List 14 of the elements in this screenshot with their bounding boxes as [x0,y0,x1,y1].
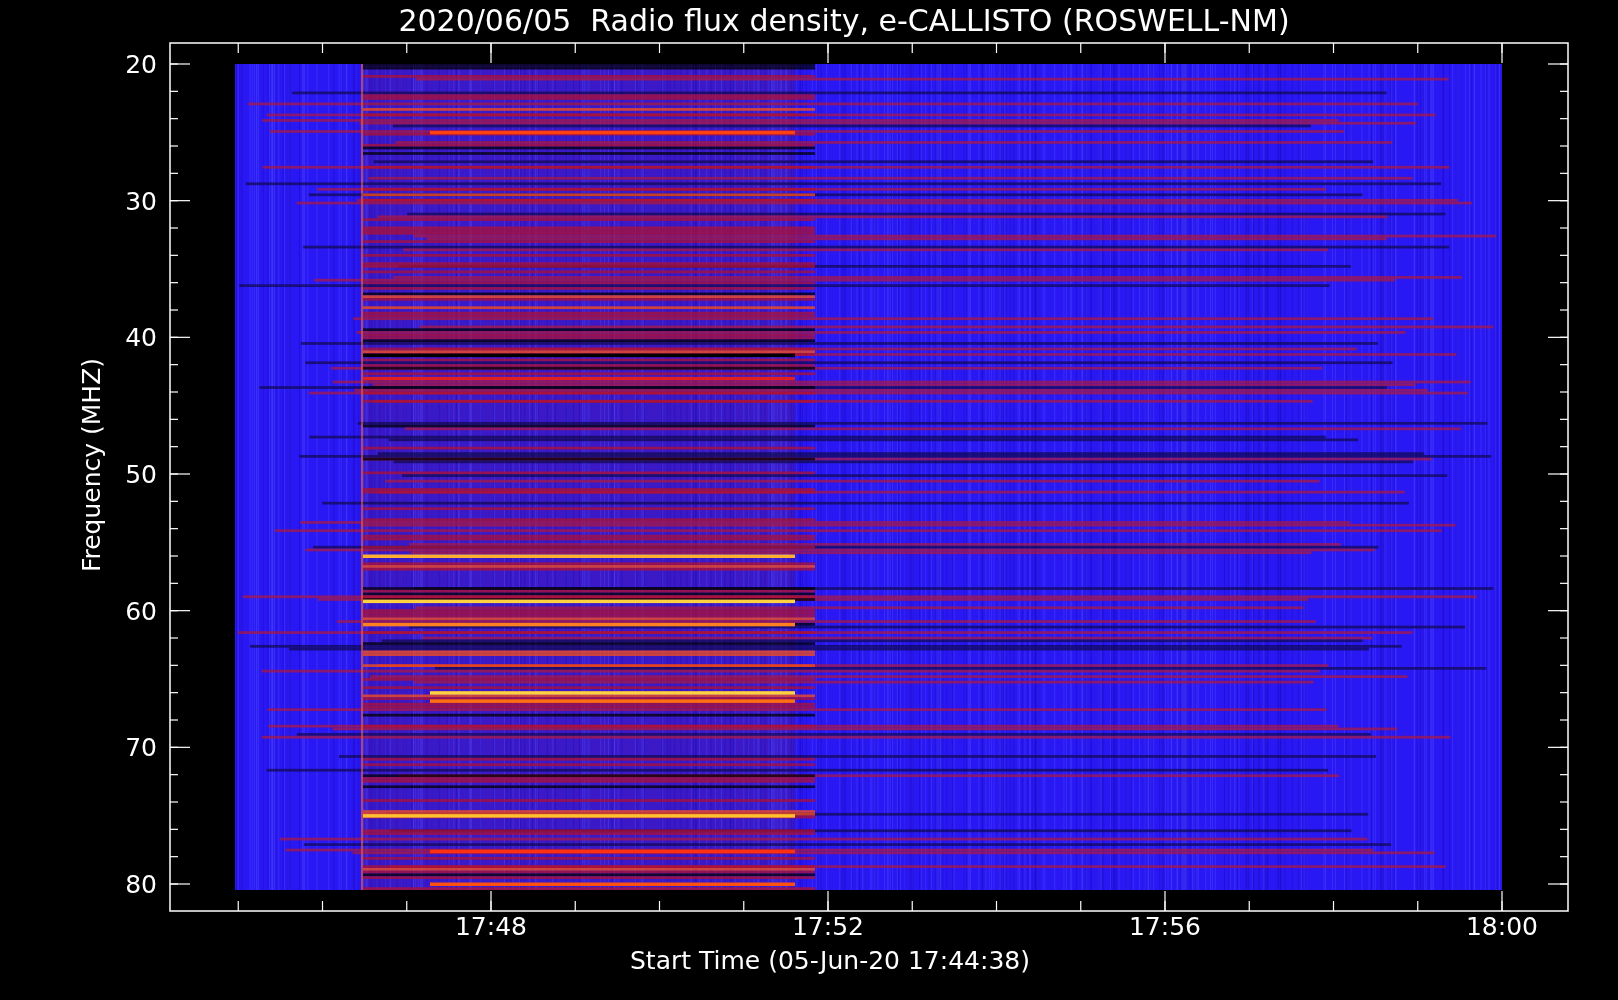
tick-label: 20 [125,50,157,79]
axis-title: Frequency (MHZ) [77,357,106,573]
tick-label: 60 [125,596,157,626]
tick-label: 17:52 [792,912,864,940]
tick-label: 80 [125,870,157,899]
tick-label: 18:00 [1466,912,1538,940]
chart-title: 2020/06/05 Radio flux density, e-CALLISTO (ROSWELL-NM) [398,2,1290,38]
tick-label: 30 [125,186,157,216]
tick-label: 17:56 [1129,912,1201,940]
axis-title: Start Time (05-Jun-20 17:44:38) [630,945,1030,975]
tick-label: 17:48 [455,912,527,940]
tick-label: 70 [125,733,157,763]
tick-label: 40 [125,323,157,353]
tick-label: 50 [125,460,157,489]
